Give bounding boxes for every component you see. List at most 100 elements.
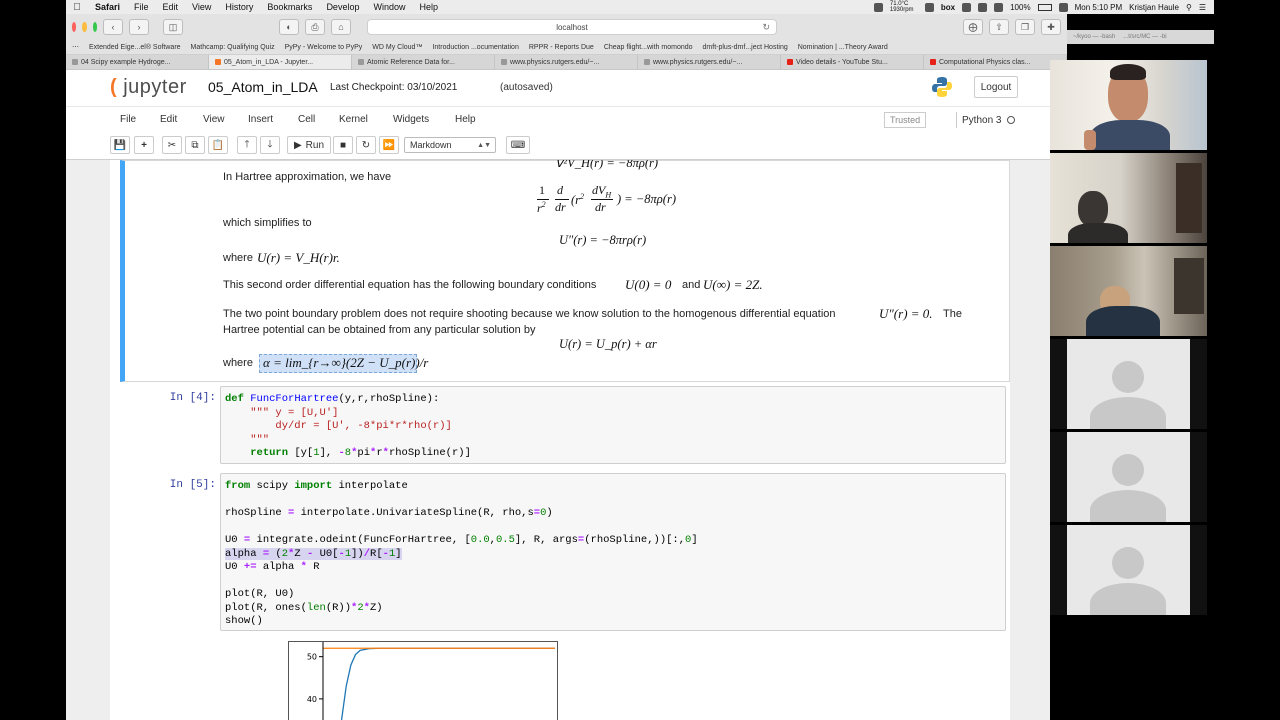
- bookmark-item[interactable]: Nomination | ...Theory Award: [798, 44, 888, 51]
- interrupt-icon[interactable]: ■: [333, 136, 353, 154]
- bookmarks-grid-icon[interactable]: ⋯: [72, 43, 79, 51]
- menu-bookmarks[interactable]: Bookmarks: [260, 2, 319, 12]
- jupyter-menu-widgets[interactable]: Widgets: [393, 114, 429, 125]
- spotlight-search-icon[interactable]: ⚲: [1186, 3, 1192, 12]
- browser-tab[interactable]: Computational Physics clas...: [924, 55, 1067, 69]
- menu-app-name[interactable]: Safari: [88, 2, 127, 12]
- flag-icon[interactable]: [1058, 2, 1068, 12]
- menu-window[interactable]: Window: [366, 2, 412, 12]
- cut-icon[interactable]: ✂: [162, 136, 182, 154]
- forward-button[interactable]: ›: [128, 19, 149, 35]
- bookmark-item[interactable]: PyPy - Welcome to PyPy: [285, 44, 363, 51]
- copy-icon[interactable]: ⧉: [185, 136, 205, 154]
- menu-history[interactable]: History: [218, 2, 260, 12]
- browser-tab[interactable]: www.physics.rutgers.edu/~...: [638, 55, 781, 69]
- jupyter-menu-help[interactable]: Help: [455, 114, 476, 125]
- restart-run-all-icon[interactable]: ⏩: [379, 136, 399, 154]
- dropbox-icon[interactable]: [873, 2, 883, 12]
- code-cell-4[interactable]: def FuncForHartree(y,r,rhoSpline): """ y…: [220, 386, 1006, 464]
- insert-cell-icon[interactable]: +: [134, 136, 154, 154]
- save-icon[interactable]: 💾: [110, 136, 130, 154]
- tab-favicon-icon: [358, 59, 364, 65]
- participant-video-4[interactable]: [1050, 339, 1207, 429]
- restart-icon[interactable]: ↻: [356, 136, 376, 154]
- logout-button[interactable]: Logout: [974, 76, 1018, 98]
- terminal-tab[interactable]: ~/kyoo — -bash: [1073, 34, 1115, 40]
- jupyter-menu-kernel[interactable]: Kernel: [339, 114, 368, 125]
- jupyter-menu-insert[interactable]: Insert: [248, 114, 273, 125]
- chevron-updown-icon: ▲▼: [477, 141, 491, 149]
- browser-tab[interactable]: www.physics.rutgers.edu/~...: [495, 55, 638, 69]
- privacy-icon[interactable]: ◐: [278, 19, 299, 35]
- jupyter-menu-view[interactable]: View: [203, 114, 225, 125]
- reload-icon[interactable]: ↻: [762, 22, 770, 33]
- jupyter-menu-file[interactable]: File: [120, 114, 136, 125]
- home-icon[interactable]: ⌂: [330, 19, 351, 35]
- back-button[interactable]: ‹: [102, 19, 123, 35]
- paste-icon[interactable]: 📋: [208, 136, 228, 154]
- code-line: plot(R, U0): [225, 588, 295, 600]
- bookmark-item[interactable]: Mathcamp: Qualifying Quiz: [191, 44, 275, 51]
- share-icon[interactable]: ⇧: [988, 19, 1009, 35]
- sync-icon[interactable]: [924, 2, 934, 12]
- sidebar-toggle-icon[interactable]: ◫: [162, 19, 183, 35]
- address-bar[interactable]: localhost ↻: [366, 19, 777, 35]
- kernel-status-icon: [1007, 116, 1016, 124]
- bookmark-item[interactable]: Extended Eige...el® Software: [89, 44, 181, 51]
- temperature-readout[interactable]: 71.0°C 1930rpm: [890, 1, 918, 13]
- bookmark-item[interactable]: RPPR - Reports Due: [529, 44, 594, 51]
- bookmark-item[interactable]: WD My Cloud™: [372, 44, 422, 51]
- code-cell-5[interactable]: from scipy import interpolate rhoSpline …: [220, 473, 1006, 631]
- menu-edit[interactable]: Edit: [156, 2, 186, 12]
- jupyter-logo[interactable]: ( jupyter: [110, 76, 187, 99]
- trusted-indicator[interactable]: Trusted: [884, 112, 927, 128]
- menu-file[interactable]: File: [127, 2, 156, 12]
- browser-tab-active[interactable]: 05_Atom_in_LDA - Jupyter...: [209, 55, 352, 69]
- tabs-overview-icon[interactable]: ❐: [1014, 19, 1035, 35]
- close-window-button[interactable]: [72, 22, 77, 32]
- participant-video-5[interactable]: [1050, 432, 1207, 522]
- command-palette-icon[interactable]: ⌨: [506, 136, 530, 154]
- browser-tab[interactable]: 04 Scipy example Hydroge...: [66, 55, 209, 69]
- bookmark-item[interactable]: Cheap flight...with momondo: [604, 44, 693, 51]
- jupyter-menu-cell[interactable]: Cell: [298, 114, 315, 125]
- zoom-window-button[interactable]: [92, 22, 97, 32]
- run-button[interactable]: ▶ Run: [287, 136, 331, 154]
- box-icon[interactable]: box: [941, 3, 955, 12]
- user-name[interactable]: Kristjan Haule: [1129, 3, 1179, 12]
- jupyter-menu-edit[interactable]: Edit: [160, 114, 177, 125]
- participant-video-1[interactable]: [1050, 60, 1207, 150]
- cell-type-select[interactable]: Markdown ▲▼: [404, 137, 496, 153]
- apple-icon[interactable]: : [66, 2, 88, 13]
- new-tab-icon[interactable]: ✚: [1040, 19, 1061, 35]
- volume-icon[interactable]: [994, 2, 1004, 12]
- code-area[interactable]: from scipy import interpolate rhoSpline …: [225, 480, 698, 629]
- tab-label: Atomic Reference Data for...: [367, 58, 455, 66]
- wifi-icon[interactable]: [978, 2, 988, 12]
- participant-video-2[interactable]: [1050, 153, 1207, 243]
- print-icon[interactable]: ⎙: [304, 19, 325, 35]
- markdown-cell[interactable]: ∇²V_H(r) = −8πρ(r) In Hartree approximat…: [120, 160, 1010, 382]
- menu-develop[interactable]: Develop: [319, 2, 366, 12]
- notebook-name[interactable]: 05_Atom_in_LDA: [208, 79, 318, 95]
- browser-tab[interactable]: Atomic Reference Data for...: [352, 55, 495, 69]
- bookmark-item[interactable]: Introduction ...ocumentation: [432, 44, 518, 51]
- move-down-icon[interactable]: 🡓: [260, 136, 280, 154]
- battery-percent[interactable]: 100%: [1010, 3, 1030, 12]
- terminal-tab[interactable]: ...t/src/MC — -bi: [1123, 34, 1166, 40]
- md-text-simplifies: which simplifies to: [223, 217, 312, 229]
- menu-view[interactable]: View: [185, 2, 218, 12]
- minimize-window-button[interactable]: [82, 22, 87, 32]
- add-icon[interactable]: ⨁: [962, 19, 983, 35]
- participant-video-6[interactable]: [1050, 525, 1207, 615]
- move-up-icon[interactable]: 🡑: [237, 136, 257, 154]
- menu-help[interactable]: Help: [412, 2, 445, 12]
- browser-tab[interactable]: Video details - YouTube Stu...: [781, 55, 924, 69]
- code-area[interactable]: def FuncForHartree(y,r,rhoSpline): """ y…: [225, 393, 471, 461]
- run-icon: ▶: [293, 139, 302, 151]
- list-menu-icon[interactable]: ☰: [1199, 3, 1206, 12]
- bookmark-item[interactable]: dmft-plus-dmf...ject Hosting: [703, 44, 788, 51]
- participant-video-3[interactable]: [1050, 246, 1207, 336]
- clock-icon[interactable]: [962, 2, 972, 12]
- clock-readout[interactable]: Mon 5:10 PM: [1075, 3, 1123, 12]
